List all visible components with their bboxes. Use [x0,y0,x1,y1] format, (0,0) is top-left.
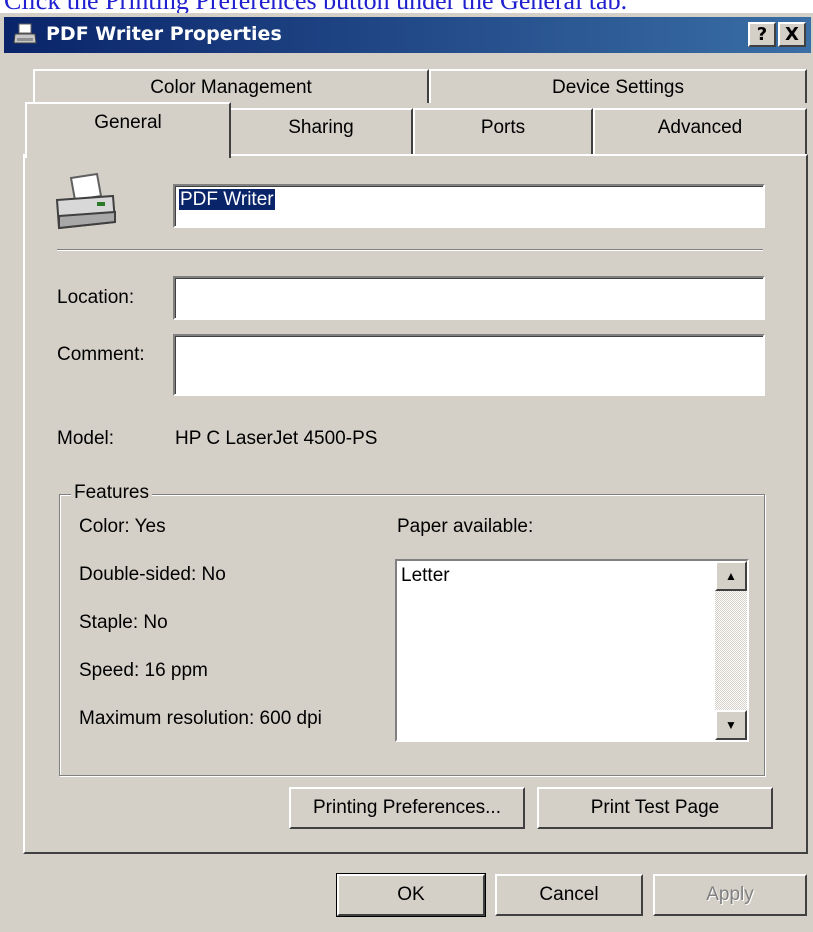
button-label: OK [397,884,425,905]
paper-available-label: Paper available: [397,516,534,537]
location-input[interactable] [173,276,765,320]
ok-button[interactable]: OK [336,873,486,917]
apply-button[interactable]: Apply [653,874,807,916]
feature-speed: Speed: 16 ppm [79,660,208,681]
printer-icon [55,172,117,230]
model-label: Model: [57,428,115,449]
comment-label: Comment: [57,344,145,365]
close-button[interactable]: X [778,22,806,47]
tab-label: Ports [480,117,526,138]
print-test-page-button[interactable]: Print Test Page [537,787,773,829]
arrow-down-icon: ▼ [725,718,737,732]
tab-label: General [94,112,162,133]
title-bar[interactable]: PDF Writer Properties ? X [4,17,811,53]
tab-label: Advanced [657,117,743,138]
feature-double-sided: Double-sided: No [79,564,226,585]
window-title: PDF Writer Properties [46,23,282,45]
scroll-down-button[interactable]: ▼ [715,710,747,740]
tab-device-settings[interactable]: Device Settings [429,69,807,103]
feature-color: Color: Yes [79,516,166,537]
scroll-up-button[interactable]: ▲ [715,561,747,591]
arrow-up-icon: ▲ [725,569,737,583]
help-button[interactable]: ? [748,22,776,47]
printer-name-value: PDF Writer [179,189,275,210]
feature-max-resolution: Maximum resolution: 600 dpi [79,708,322,729]
button-label: Cancel [539,884,599,905]
model-value: HP C LaserJet 4500-PS [175,428,378,449]
button-label: Printing Preferences... [313,797,501,818]
button-label: Print Test Page [590,797,720,818]
printer-icon [13,23,37,44]
comment-input[interactable] [173,334,765,396]
tab-color-management[interactable]: Color Management [33,69,429,103]
close-icon: X [785,24,799,45]
divider [57,249,763,251]
tab-sharing[interactable]: Sharing [229,108,413,154]
features-group-title: Features [71,482,152,504]
paper-list-scrollbar[interactable]: ▲ ▼ [715,561,747,740]
cancel-button[interactable]: Cancel [495,874,643,916]
help-icon: ? [756,24,768,45]
button-label: Apply [706,884,754,905]
tab-label: Sharing [288,117,354,138]
tab-ports[interactable]: Ports [413,108,593,154]
paper-list[interactable]: Letter ▲ ▼ [395,559,749,742]
tab-label: Color Management [150,77,312,98]
printing-preferences-button[interactable]: Printing Preferences... [289,787,525,829]
printer-name-input[interactable]: PDF Writer [173,184,765,228]
location-label: Location: [57,287,135,308]
feature-staple: Staple: No [79,612,168,633]
tab-general[interactable]: General [25,102,231,158]
list-item[interactable]: Letter [401,565,450,587]
properties-dialog: PDF Writer Properties ? X Color Manageme… [0,13,813,932]
tab-advanced[interactable]: Advanced [593,108,807,154]
tab-label: Device Settings [551,77,684,98]
